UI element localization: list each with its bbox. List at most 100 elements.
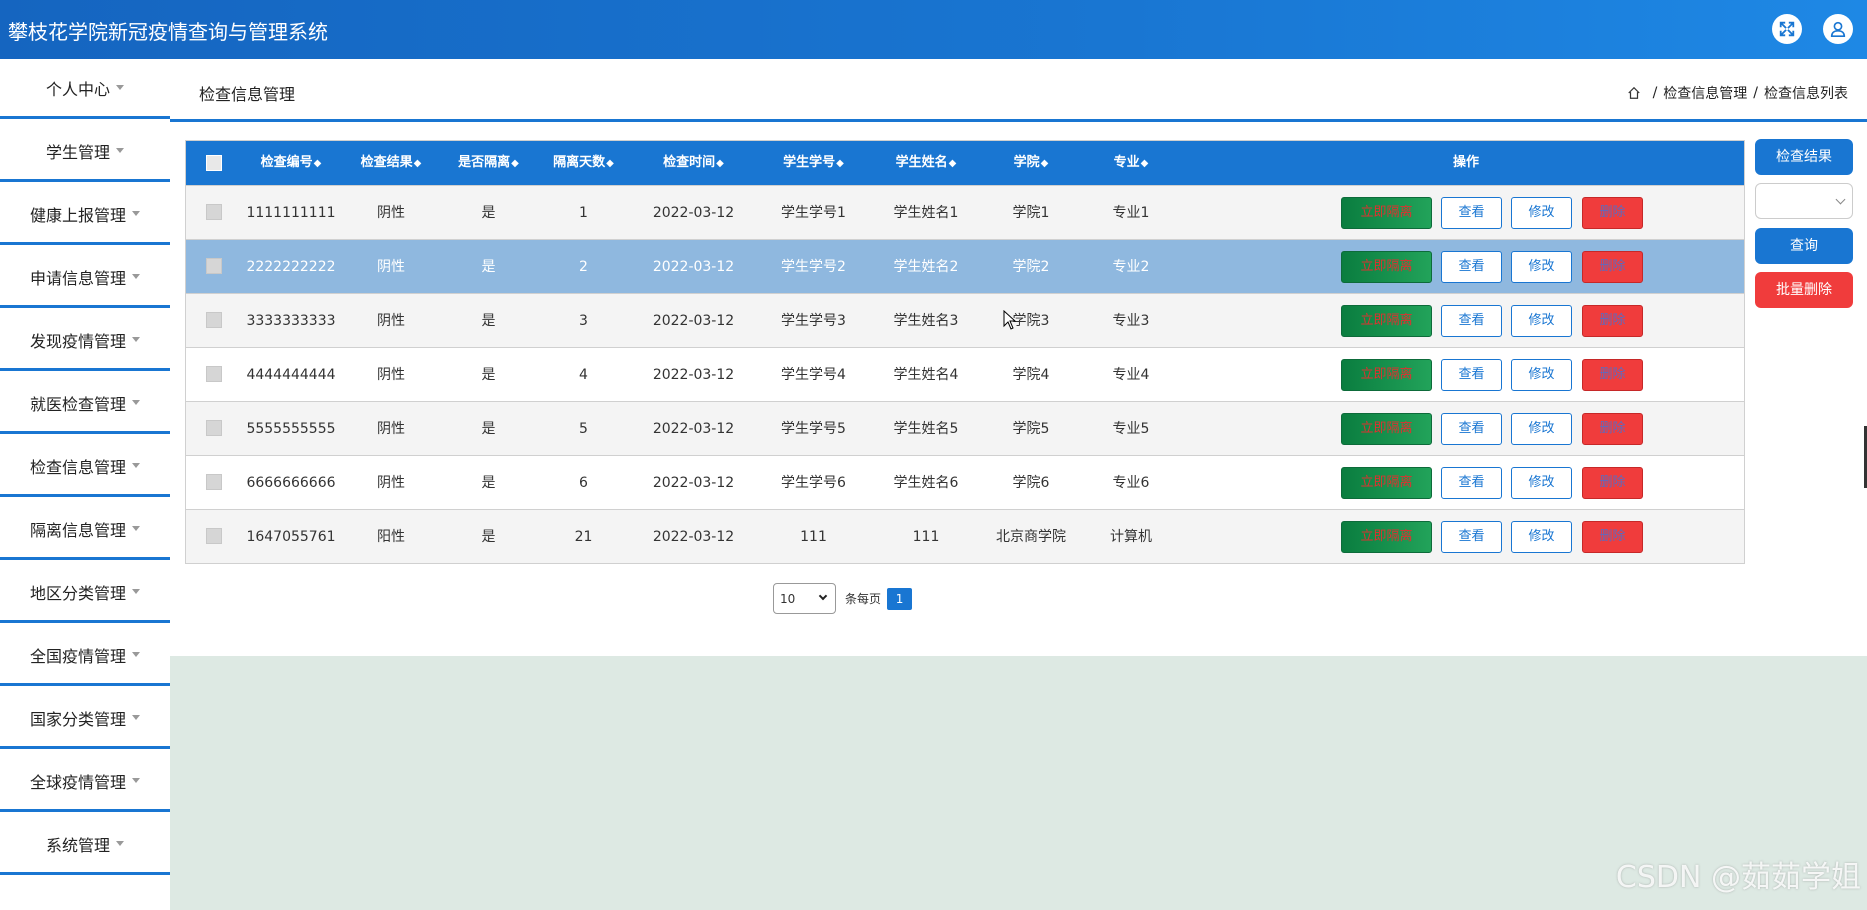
column-header-student-name[interactable]: 学生姓名◆ <box>871 141 981 185</box>
row-checkbox[interactable] <box>206 204 222 220</box>
page-number-button[interactable]: 1 <box>887 587 913 610</box>
isolate-button[interactable]: 立即隔离 <box>1341 251 1432 283</box>
cell-isolated: 是 <box>481 205 496 221</box>
isolate-button[interactable]: 立即隔离 <box>1341 359 1432 391</box>
isolate-button[interactable]: 立即隔离 <box>1341 467 1432 499</box>
sidebar-item-national[interactable]: 全国疫情管理 <box>0 626 170 686</box>
sidebar-item-outbreak[interactable]: 发现疫情管理 <box>0 311 170 371</box>
sort-icon[interactable]: ◆ <box>836 158 844 169</box>
row-checkbox[interactable] <box>206 366 222 382</box>
cell-student-name: 学生姓名6 <box>893 475 959 491</box>
table-row[interactable]: 1647055761 阳性 是 21 2022-03-12 111 111 北京… <box>186 509 1744 563</box>
edit-button[interactable]: 修改 <box>1511 197 1572 229</box>
watermark: CSDN @茹茹学姐 <box>1615 860 1861 895</box>
cell-days: 21 <box>574 529 593 545</box>
row-checkbox[interactable] <box>206 312 222 328</box>
cell-time: 2022-03-12 <box>652 259 735 275</box>
edit-button[interactable]: 修改 <box>1511 359 1572 391</box>
page-size-select[interactable]: 10 <box>773 583 836 614</box>
sort-icon[interactable]: ◆ <box>1141 158 1149 169</box>
isolate-button[interactable]: 立即隔离 <box>1341 197 1432 229</box>
sort-icon[interactable]: ◆ <box>949 158 957 169</box>
sidebar-item-applications[interactable]: 申请信息管理 <box>0 248 170 308</box>
cell-isolated: 是 <box>481 475 496 491</box>
column-header-days[interactable]: 隔离天数◆ <box>536 141 631 185</box>
table-row[interactable]: 6666666666 阴性 是 6 2022-03-12 学生学号6 学生姓名6… <box>186 455 1744 509</box>
sidebar-item-system[interactable]: 系统管理 <box>0 815 170 875</box>
table-row[interactable]: 3333333333 阴性 是 3 2022-03-12 学生学号3 学生姓名3… <box>186 293 1744 347</box>
delete-button[interactable]: 删除 <box>1582 467 1643 499</box>
isolate-button[interactable]: 立即隔离 <box>1341 521 1432 553</box>
delete-button[interactable]: 删除 <box>1582 521 1643 553</box>
page-size-value: 10 <box>780 591 796 606</box>
table-row[interactable]: 4444444444 阴性 是 4 2022-03-12 学生学号4 学生姓名4… <box>186 347 1744 401</box>
delete-button[interactable]: 删除 <box>1582 359 1643 391</box>
view-button[interactable]: 查看 <box>1441 251 1502 283</box>
row-checkbox[interactable] <box>206 258 222 274</box>
column-header-result[interactable]: 检查结果◆ <box>341 141 441 185</box>
cell-days: 1 <box>579 205 588 221</box>
sort-icon[interactable]: ◆ <box>414 158 422 169</box>
delete-button[interactable]: 删除 <box>1582 413 1643 445</box>
result-filter-label[interactable]: 检查结果 <box>1755 139 1853 175</box>
select-all-checkbox[interactable] <box>206 155 222 171</box>
isolate-button[interactable]: 立即隔离 <box>1341 305 1432 337</box>
edit-button[interactable]: 修改 <box>1511 467 1572 499</box>
edit-button[interactable]: 修改 <box>1511 413 1572 445</box>
view-button[interactable]: 查看 <box>1441 197 1502 229</box>
row-checkbox[interactable] <box>206 528 222 544</box>
breadcrumb-level1[interactable]: 检查信息管理 <box>1663 83 1747 103</box>
sidebar-item-students[interactable]: 学生管理 <box>0 122 170 182</box>
cell-student-no: 学生学号4 <box>781 367 846 383</box>
table-row[interactable]: 2222222222 阴性 是 2 2022-03-12 学生学号2 学生姓名2… <box>186 239 1744 293</box>
column-header-time[interactable]: 检查时间◆ <box>631 141 756 185</box>
delete-button[interactable]: 删除 <box>1582 251 1643 283</box>
column-header-major[interactable]: 专业◆ <box>1081 141 1181 185</box>
edit-button[interactable]: 修改 <box>1511 251 1572 283</box>
view-button[interactable]: 查看 <box>1441 359 1502 391</box>
sort-icon[interactable]: ◆ <box>314 158 322 169</box>
view-button[interactable]: 查看 <box>1441 305 1502 337</box>
sort-icon[interactable]: ◆ <box>511 158 519 169</box>
isolate-button[interactable]: 立即隔离 <box>1341 413 1432 445</box>
table-row[interactable]: 1111111111 阴性 是 1 2022-03-12 学生学号1 学生姓名1… <box>186 185 1744 239</box>
query-button[interactable]: 查询 <box>1755 228 1853 264</box>
edit-button[interactable]: 修改 <box>1511 521 1572 553</box>
sidebar-item-isolation[interactable]: 隔离信息管理 <box>0 500 170 560</box>
table-row[interactable]: 5555555555 阴性 是 5 2022-03-12 学生学号5 学生姓名5… <box>186 401 1744 455</box>
view-button[interactable]: 查看 <box>1441 521 1502 553</box>
row-checkbox[interactable] <box>206 420 222 436</box>
row-checkbox[interactable] <box>206 474 222 490</box>
result-select[interactable] <box>1755 183 1853 219</box>
cell-result: 阳性 <box>377 529 405 545</box>
cell-student-no: 学生学号5 <box>781 421 846 437</box>
sort-icon[interactable]: ◆ <box>1041 158 1049 169</box>
delete-button[interactable]: 删除 <box>1582 197 1643 229</box>
user-icon[interactable] <box>1823 14 1853 44</box>
column-header-id[interactable]: 检查编号◆ <box>241 141 341 185</box>
view-button[interactable]: 查看 <box>1441 413 1502 445</box>
column-header-isolated[interactable]: 是否隔离◆ <box>441 141 536 185</box>
sort-icon[interactable]: ◆ <box>716 158 724 169</box>
sort-icon[interactable]: ◆ <box>606 158 614 169</box>
fullscreen-icon[interactable] <box>1772 14 1802 44</box>
cell-major: 专业1 <box>1112 205 1150 221</box>
home-icon[interactable] <box>1627 86 1641 100</box>
delete-button[interactable]: 删除 <box>1582 305 1643 337</box>
sidebar-item-medical-check[interactable]: 就医检查管理 <box>0 374 170 434</box>
sidebar-item-inspection[interactable]: 检查信息管理 <box>0 437 170 497</box>
edit-button[interactable]: 修改 <box>1511 305 1572 337</box>
sidebar-item-country[interactable]: 国家分类管理 <box>0 689 170 749</box>
column-header-college[interactable]: 学院◆ <box>981 141 1081 185</box>
cell-student-no: 学生学号1 <box>781 205 846 221</box>
column-header-student-no[interactable]: 学生学号◆ <box>756 141 871 185</box>
sidebar-item-global[interactable]: 全球疫情管理 <box>0 752 170 812</box>
chevron-down-icon <box>116 841 124 846</box>
batch-delete-button[interactable]: 批量删除 <box>1755 272 1853 308</box>
cell-student-name: 学生姓名5 <box>893 421 959 437</box>
sidebar-item-region[interactable]: 地区分类管理 <box>0 563 170 623</box>
sidebar-item-profile[interactable]: 个人中心 <box>0 59 170 119</box>
sidebar-item-health-report[interactable]: 健康上报管理 <box>0 185 170 245</box>
cell-student-no: 学生学号3 <box>781 313 846 329</box>
view-button[interactable]: 查看 <box>1441 467 1502 499</box>
